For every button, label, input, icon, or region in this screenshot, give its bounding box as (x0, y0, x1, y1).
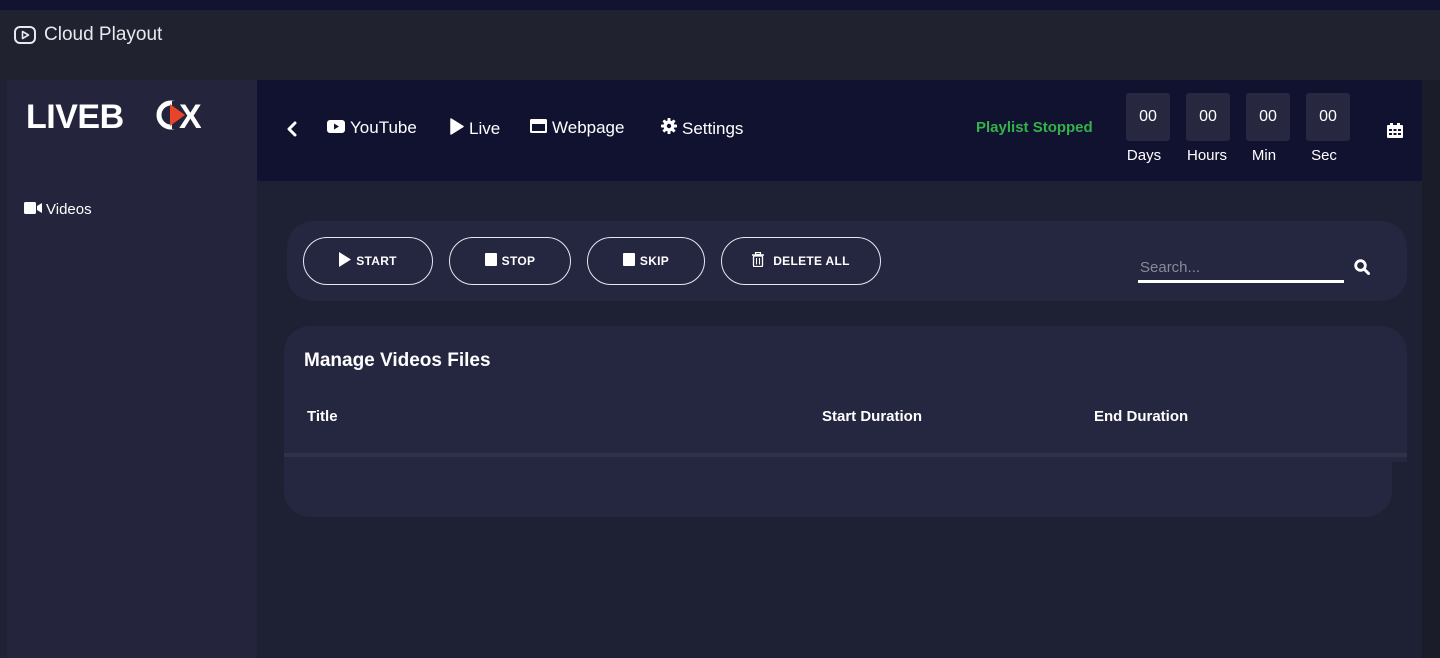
delete-all-button-label: DELETE ALL (773, 254, 850, 268)
gear-icon (661, 118, 677, 139)
nav-youtube[interactable]: YouTube (327, 118, 417, 138)
countdown-days-label: Days (1126, 147, 1162, 164)
chevron-left-icon[interactable] (287, 121, 297, 142)
nav-youtube-label: YouTube (350, 118, 417, 137)
svg-text:LIVEB: LIVEB (26, 98, 124, 132)
card-header-extension (1364, 326, 1407, 462)
top-navigation: YouTube Live Webpage Settings Playlist S… (257, 80, 1422, 181)
stop-button-label: STOP (501, 254, 536, 268)
search-input[interactable] (1138, 255, 1344, 283)
countdown-hours-value: 00 (1186, 93, 1230, 141)
sidebar: LIVEB X Videos (7, 80, 257, 658)
trash-icon (752, 251, 765, 270)
search-field (1138, 255, 1344, 285)
column-header-start-duration: Start Duration (822, 408, 923, 425)
table-header-divider (284, 453, 1407, 457)
youtube-icon (327, 118, 345, 138)
search-icon[interactable] (1354, 259, 1370, 280)
window-top-strip (0, 0, 1440, 10)
nav-settings-label: Settings (682, 118, 744, 138)
calendar-icon[interactable] (1387, 123, 1403, 143)
skip-button-label: SKIP (639, 254, 670, 268)
nav-live[interactable]: Live (450, 118, 500, 140)
sidebar-item-label: Videos (46, 201, 92, 218)
stop-icon (484, 253, 497, 269)
column-header-end-duration: End Duration (1094, 408, 1189, 425)
sidebar-item-videos[interactable]: Videos (24, 201, 92, 218)
stop-button[interactable]: STOP (449, 237, 571, 285)
stop-icon (622, 253, 635, 269)
nav-live-label: Live (469, 119, 501, 138)
video-camera-icon (24, 201, 42, 218)
livebox-logo[interactable]: LIVEB X (26, 98, 202, 136)
nav-webpage[interactable]: Webpage (530, 118, 624, 138)
countdown-sec-value: 00 (1306, 93, 1350, 141)
playlist-status: Playlist Stopped (976, 119, 1093, 136)
right-scroll-gutter (1422, 80, 1440, 658)
nav-settings[interactable]: Settings (661, 118, 743, 139)
play-icon (450, 118, 464, 140)
playlist-controls: START STOP SKIP DELETE ALL (287, 221, 1407, 301)
countdown-days-value: 00 (1126, 93, 1170, 141)
app-title: Cloud Playout (14, 24, 162, 46)
play-icon (339, 252, 352, 270)
play-circle-icon (14, 26, 36, 44)
nav-webpage-label: Webpage (552, 118, 625, 137)
app-title-text: Cloud Playout (44, 24, 163, 45)
manage-videos-card: Manage Videos Files Title Start Duration… (284, 326, 1407, 517)
window-icon (530, 118, 547, 138)
countdown-hours-label: Hours (1186, 147, 1227, 164)
start-button[interactable]: START (303, 237, 433, 285)
delete-all-button[interactable]: DELETE ALL (721, 237, 881, 285)
column-header-title: Title (307, 408, 338, 425)
left-edge (0, 80, 7, 658)
countdown-sec-label: Sec (1311, 147, 1337, 164)
start-button-label: START (356, 254, 397, 268)
card-title: Manage Videos Files (304, 350, 491, 371)
countdown-min-value: 00 (1246, 93, 1290, 141)
svg-text:X: X (179, 98, 201, 132)
countdown-min-label: Min (1251, 147, 1277, 164)
skip-button[interactable]: SKIP (587, 237, 705, 285)
app-title-bar: Cloud Playout (0, 10, 1440, 80)
